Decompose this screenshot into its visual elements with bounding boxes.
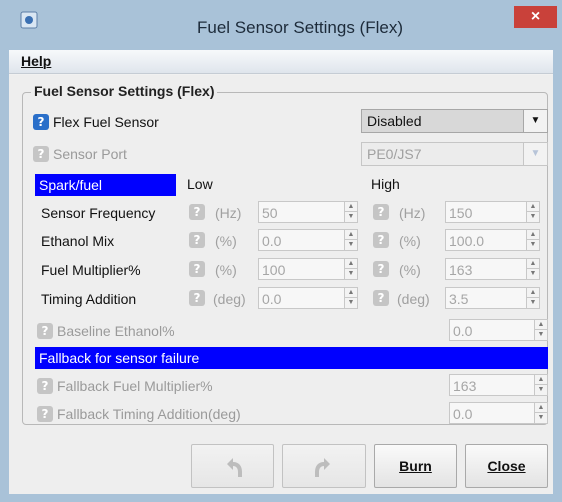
group-title: Fuel Sensor Settings (Flex): [31, 83, 218, 99]
question-icon[interactable]: ?: [373, 261, 389, 277]
spinner-buttons[interactable]: ▲ ▼: [526, 230, 539, 250]
spin-value: 163: [453, 378, 477, 394]
sensor-frequency-label: Sensor Frequency: [41, 205, 156, 221]
unit-label: (%): [399, 233, 421, 249]
fallback-fuel-label: Fallback Fuel Multiplier%: [57, 378, 213, 394]
sensor-port-label: Sensor Port: [53, 146, 127, 162]
fallback-fuel-input[interactable]: 163 ▲ ▼: [449, 374, 548, 396]
question-icon[interactable]: ?: [373, 232, 389, 248]
close-button[interactable]: Close: [465, 444, 548, 488]
spin-value: 3.5: [449, 291, 469, 307]
spinner-buttons[interactable]: ▲ ▼: [526, 259, 539, 279]
question-icon[interactable]: ?: [373, 290, 389, 306]
undo-button[interactable]: [191, 444, 274, 488]
chevron-down-icon[interactable]: ▼: [523, 143, 547, 165]
sensor-frequency-low-input[interactable]: 50 ▲ ▼: [258, 201, 358, 223]
question-icon[interactable]: ?: [189, 204, 205, 220]
question-icon[interactable]: ?: [33, 146, 49, 162]
fuel-multiplier-low-input[interactable]: 100 ▲ ▼: [258, 258, 358, 280]
ethanol-mix-label: Ethanol Mix: [41, 233, 115, 249]
fallback-timing-label: Fallback Timing Addition(deg): [57, 406, 241, 422]
sensor-port-value: PE0/JS7: [367, 146, 422, 162]
chevron-down-icon[interactable]: ▼: [523, 110, 547, 132]
spin-value: 150: [449, 205, 473, 221]
timing-addition-label: Timing Addition: [41, 291, 137, 307]
unit-label: (%): [215, 262, 237, 278]
spin-value: 0.0: [453, 323, 473, 339]
spin-value: 50: [262, 205, 278, 221]
window-frame-bottom: [0, 494, 562, 502]
redo-icon: [315, 458, 330, 478]
sensor-frequency-high-input[interactable]: 150 ▲ ▼: [445, 201, 540, 223]
fuel-multiplier-label: Fuel Multiplier%: [41, 262, 141, 278]
question-icon[interactable]: ?: [373, 204, 389, 220]
baseline-ethanol-label: Baseline Ethanol%: [57, 323, 175, 339]
close-button-label: Close: [487, 458, 526, 474]
undo-icon: [226, 458, 242, 478]
unit-label: (%): [215, 233, 237, 249]
burn-button-label: Burn: [399, 458, 432, 474]
spinner-buttons[interactable]: ▲ ▼: [534, 320, 547, 340]
question-icon[interactable]: ?: [37, 406, 53, 422]
fallback-timing-input[interactable]: 0.0 ▲ ▼: [449, 402, 548, 424]
window-frame-right: [553, 50, 562, 502]
window-frame-left: [0, 50, 9, 502]
spin-value: 0.0: [262, 233, 282, 249]
ethanol-mix-low-input[interactable]: 0.0 ▲ ▼: [258, 229, 358, 251]
spinner-buttons[interactable]: ▲ ▼: [534, 403, 547, 423]
spinner-buttons[interactable]: ▲ ▼: [526, 202, 539, 222]
spin-value: 0.0: [453, 406, 473, 422]
question-icon[interactable]: ?: [33, 114, 49, 130]
menu-help[interactable]: Help: [21, 53, 51, 69]
timing-addition-low-input[interactable]: 0.0 ▲ ▼: [258, 287, 358, 309]
sensor-port-select[interactable]: PE0/JS7 ▼: [361, 142, 548, 166]
low-header: Low: [187, 176, 213, 192]
app-icon: [20, 11, 38, 29]
fuel-multiplier-high-input[interactable]: 163 ▲ ▼: [445, 258, 540, 280]
unit-label: (deg): [397, 291, 430, 307]
menu-bar: [9, 50, 553, 74]
high-header: High: [371, 176, 400, 192]
flex-fuel-select[interactable]: Disabled ▼: [361, 109, 548, 133]
timing-addition-high-input[interactable]: 3.5 ▲ ▼: [445, 287, 540, 309]
spin-value: 100.0: [449, 233, 485, 249]
window-close-button[interactable]: ×: [514, 6, 557, 28]
question-icon[interactable]: ?: [37, 378, 53, 394]
spin-value: 163: [449, 262, 473, 278]
spinner-buttons[interactable]: ▲ ▼: [344, 288, 357, 308]
question-icon[interactable]: ?: [189, 290, 205, 306]
spinner-buttons[interactable]: ▲ ▼: [526, 288, 539, 308]
redo-button[interactable]: [282, 444, 366, 488]
spin-value: 100: [262, 262, 286, 278]
window-title: Fuel Sensor Settings (Flex): [197, 18, 403, 37]
unit-label: (Hz): [399, 205, 426, 221]
fallback-header: Fallback for sensor failure: [35, 347, 548, 369]
spinner-buttons[interactable]: ▲ ▼: [344, 259, 357, 279]
question-icon[interactable]: ?: [189, 232, 205, 248]
spinner-buttons[interactable]: ▲ ▼: [344, 202, 357, 222]
spark-fuel-header: Spark/fuel: [35, 174, 176, 196]
flex-fuel-label: Flex Fuel Sensor: [53, 114, 159, 130]
flex-fuel-value: Disabled: [367, 113, 422, 129]
question-icon[interactable]: ?: [189, 261, 205, 277]
burn-button[interactable]: Burn: [374, 444, 457, 488]
question-icon[interactable]: ?: [37, 323, 53, 339]
ethanol-mix-high-input[interactable]: 100.0 ▲ ▼: [445, 229, 540, 251]
unit-label: (%): [399, 262, 421, 278]
baseline-ethanol-input[interactable]: 0.0 ▲ ▼: [449, 319, 548, 341]
spinner-buttons[interactable]: ▲ ▼: [344, 230, 357, 250]
unit-label: (Hz): [215, 205, 242, 221]
spin-value: 0.0: [262, 291, 282, 307]
spinner-buttons[interactable]: ▲ ▼: [534, 375, 547, 395]
unit-label: (deg): [213, 291, 246, 307]
